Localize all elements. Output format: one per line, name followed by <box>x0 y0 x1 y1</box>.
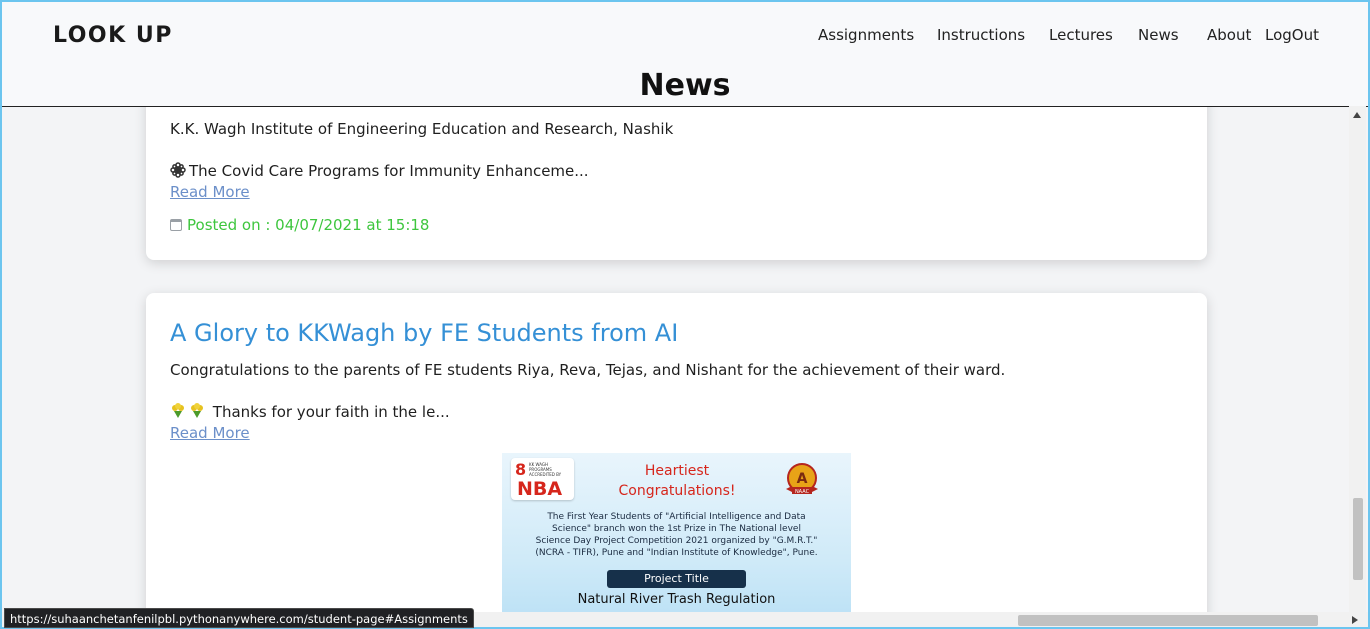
project-title-label: Project Title <box>607 570 746 588</box>
news-scroll-frame[interactable]: K.K. Wagh Institute of Engineering Educa… <box>2 106 1368 612</box>
news-excerpt: The Covid Care Programs for Immunity Enh… <box>170 162 589 180</box>
news-image: 8 KK WAGH PROGRAMS ACCREDITED BY NBA Hea… <box>502 453 851 612</box>
bouquet-icon <box>191 403 203 418</box>
news-excerpt: Thanks for your faith in the le... <box>170 403 450 421</box>
news-excerpt-text: The Covid Care Programs for Immunity Enh… <box>189 162 589 180</box>
scrollbar-thumb[interactable] <box>1353 498 1363 580</box>
nav-lectures[interactable]: Lectures <box>1049 26 1113 44</box>
brand-logo[interactable]: LOOK UP <box>53 23 173 48</box>
poster-congrats: Heartiest Congratulations! <box>618 463 736 499</box>
scrollbar-thumb[interactable] <box>1018 615 1318 626</box>
posted-date-text: Posted on : 04/07/2021 at 15:18 <box>187 216 430 234</box>
link-status-bar: https://suhaanchetanfenilpbl.pythonanywh… <box>4 608 474 628</box>
posted-date: Posted on : 04/07/2021 at 15:18 <box>170 216 429 234</box>
flower-icon <box>170 162 186 178</box>
nba-caption: KK WAGH PROGRAMS ACCREDITED BY <box>529 462 562 477</box>
poster-body-line: Science" branch won the 1st Prize in The… <box>552 524 801 534</box>
naac-badge-icon: A NAAC <box>786 463 818 495</box>
nav-instructions[interactable]: Instructions <box>937 26 1025 44</box>
bouquet-icon <box>172 403 184 418</box>
read-more-link[interactable]: Read More <box>170 183 250 201</box>
nav-assignments[interactable]: Assignments <box>818 26 914 44</box>
naac-grade: A <box>797 471 808 487</box>
naac-label: NAAC <box>795 489 810 495</box>
news-excerpt-text: Thanks for your faith in the le... <box>212 403 450 421</box>
nav-about[interactable]: About <box>1207 26 1251 44</box>
poster-body: The First Year Students of "Artificial I… <box>512 511 841 559</box>
top-navbar: LOOK UP Assignments Instructions Lecture… <box>2 2 1368 107</box>
news-body-line: Congratulations to the parents of FE stu… <box>170 361 1006 379</box>
project-name: Natural River Trash Regulation <box>577 592 776 607</box>
calendar-icon <box>170 219 182 231</box>
news-card: A Glory to KKWagh by FE Students from AI… <box>146 293 1207 612</box>
page-title: News <box>639 68 731 103</box>
news-card: K.K. Wagh Institute of Engineering Educa… <box>146 107 1207 260</box>
scroll-up-arrow-icon[interactable] <box>1353 112 1361 118</box>
news-body-line: K.K. Wagh Institute of Engineering Educa… <box>170 120 674 138</box>
nba-count: 8 <box>515 460 527 479</box>
news-title[interactable]: A Glory to KKWagh by FE Students from AI <box>170 319 678 347</box>
nba-label: NBA <box>517 478 563 500</box>
scroll-right-arrow-icon[interactable] <box>1352 616 1358 624</box>
poster-body-line: (NCRA - TIFR), Pune and "Indian Institut… <box>535 548 818 558</box>
vertical-scrollbar[interactable] <box>1349 106 1366 612</box>
read-more-link[interactable]: Read More <box>170 424 250 442</box>
poster-body-line: The First Year Students of "Artificial I… <box>547 512 806 522</box>
nav-news[interactable]: News <box>1138 26 1179 44</box>
nba-badge: 8 KK WAGH PROGRAMS ACCREDITED BY NBA <box>511 458 574 500</box>
nav-logout[interactable]: LogOut <box>1265 26 1319 44</box>
poster-body-line: Science Day Project Competition 2021 org… <box>535 536 818 546</box>
